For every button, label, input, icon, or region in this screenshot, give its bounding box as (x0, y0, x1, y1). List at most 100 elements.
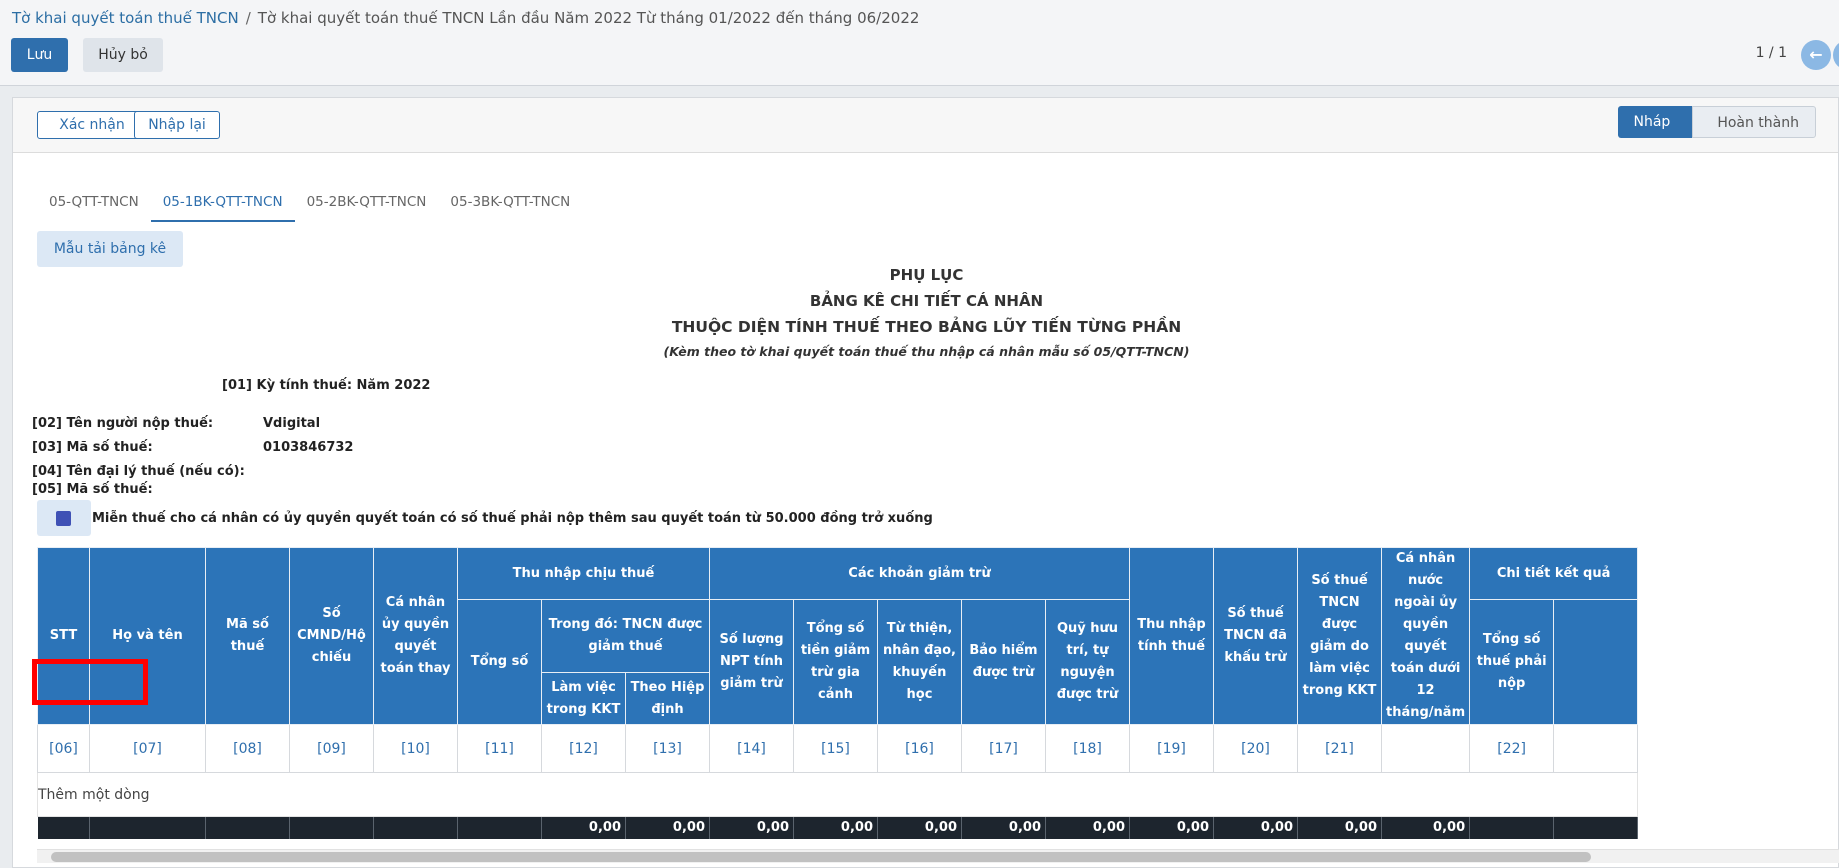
total-cell: 0,00 (625, 816, 710, 839)
total-cell: 0,00 (1045, 816, 1130, 839)
tax-id-value: 0103846732 (263, 440, 354, 455)
header-tax-id: Mã số thuế (205, 547, 290, 725)
tab-05-qtt-tncn[interactable]: 05-QTT-TNCN (37, 182, 151, 222)
total-cell: 0,00 (961, 816, 1046, 839)
document-title-detail: BẢNG KÊ CHI TIẾT CÁ NHÂN (809, 292, 1044, 310)
breadcrumb-separator: / (245, 9, 251, 27)
previous-record-button[interactable]: ← (1801, 40, 1831, 70)
header-foreign-individual: Cá nhân nước ngoài ủy quyền quyết toán d… (1380, 547, 1471, 725)
arrow-left-icon: ← (1809, 45, 1823, 64)
add-row: Thêm một dòng (37, 772, 1639, 817)
header-income-reduced: Trong đó: TNCN được giảm thuế (541, 599, 710, 673)
taxpayer-name-label: [02] Tên người nộp thuế: (32, 416, 214, 431)
tab-05-3bk-qtt-tncn[interactable]: 05-3BK-QTT-TNCN (438, 182, 582, 222)
column-code: [08] (205, 724, 290, 773)
total-cell (373, 816, 458, 839)
column-code: [09] (289, 724, 374, 773)
column-code: [12] (541, 724, 626, 773)
total-cell: 0,00 (793, 816, 878, 839)
taxpayer-name-value: Vdigital (263, 416, 321, 431)
document-subtitle: (Kèm theo tờ khai quyết toán thuế thu nh… (663, 344, 1190, 359)
column-code: [20] (1213, 724, 1298, 773)
column-code (1380, 724, 1471, 773)
tax-agent-id-label: [05] Mã số thuế: (32, 482, 153, 497)
header-reduced-kkt-tax: Số thuế TNCN được giảm do làm việc trong… (1297, 547, 1382, 725)
next-record-button[interactable]: → (1833, 40, 1839, 70)
column-code: [14] (709, 724, 794, 773)
breadcrumb-parent-link[interactable]: Tờ khai quyết toán thuế TNCN (12, 9, 239, 27)
header-kkt: Làm việc trong KKT (541, 672, 626, 725)
total-cell (1469, 816, 1555, 839)
column-code: [17] (961, 724, 1046, 773)
header-taxable-income: Thu nhập chịu thuế (457, 547, 710, 600)
scrollbar-thumb[interactable] (51, 852, 1591, 862)
column-code: [16] (877, 724, 962, 773)
breadcrumb-current: Tờ khai quyết toán thuế TNCN Lần đầu Năm… (257, 9, 920, 27)
header-insurance: Bảo hiểm được trừ (961, 599, 1046, 725)
header-payable-tax: Tổng số thuế phải nộp (1469, 599, 1555, 725)
cancel-button[interactable]: Hủy bỏ (83, 38, 163, 72)
tab-05-2bk-qtt-tncn[interactable]: 05-2BK-QTT-TNCN (295, 182, 439, 222)
exempt-checkbox[interactable] (56, 511, 71, 526)
total-cell (1553, 816, 1639, 839)
document-title: PHỤ LỤC (889, 266, 964, 284)
total-cell: 0,00 (709, 816, 794, 839)
total-cell: 0,00 (1381, 816, 1471, 839)
header-pension-fund: Quỹ hưu trí, tự nguyện được trừ (1045, 599, 1130, 725)
form-sheet: Xác nhận Nhập lại Nháp Hoàn thành 05-QTT… (12, 97, 1839, 868)
header-treaty: Theo Hiệp định (625, 672, 710, 725)
save-button[interactable]: Lưu (11, 38, 68, 72)
tab-05-1bk-qtt-tncn[interactable]: 05-1BK-QTT-TNCN (150, 182, 295, 222)
total-cell: 0,00 (877, 816, 962, 839)
column-code-row: [06] [07] [08] [09] [10] [11] [12] [13] … (37, 724, 1639, 773)
column-code: [15] (793, 724, 878, 773)
tax-agent-label: [04] Tên đại lý thuế (nếu có): (32, 464, 245, 479)
column-code: [19] (1129, 724, 1214, 773)
add-row-cell: Thêm một dòng (37, 772, 1639, 817)
document-title-scope: THUỘC DIỆN TÍNH THUẾ THEO BẢNG LŨY TIẾN … (671, 318, 1182, 336)
total-cell: 0,00 (541, 816, 626, 839)
total-cell (289, 816, 374, 839)
column-code: [06] (37, 724, 90, 773)
header-authorized: Cá nhân ủy quyền quyết toán thay (373, 547, 458, 725)
column-code: [13] (625, 724, 710, 773)
download-template-button[interactable]: Mẫu tải bảng kê (37, 231, 183, 267)
form-statusbar: Xác nhận Nhập lại Nháp Hoàn thành (13, 98, 1838, 153)
exempt-label: Miễn thuế cho cá nhân có ủy quyền quyết … (92, 511, 933, 526)
column-code: [22] (1469, 724, 1555, 773)
header-charity: Từ thiện, nhân đạo, khuyến học (877, 599, 962, 725)
total-cell: 0,00 (1213, 816, 1298, 839)
control-panel: Tờ khai quyết toán thuế TNCN / Tờ khai quy… (0, 0, 1839, 86)
total-cell (89, 816, 206, 839)
column-code: [10] (373, 724, 458, 773)
header-dependents: Số lượng NPT tính giảm trừ (709, 599, 794, 725)
exempt-checkbox-wrapper[interactable] (37, 500, 91, 536)
header-result-extra (1553, 599, 1639, 725)
status-step-done[interactable]: Hoàn thành (1692, 106, 1816, 138)
total-cell (205, 816, 290, 839)
tax-id-label: [03] Mã số thuế: (32, 440, 153, 455)
breadcrumb: Tờ khai quyết toán thuế TNCN / Tờ khai quy… (12, 9, 919, 27)
confirm-button[interactable]: Xác nhận (37, 111, 147, 139)
horizontal-scrollbar[interactable] (37, 849, 1839, 863)
total-cell (37, 816, 90, 839)
column-code (1553, 724, 1639, 773)
column-code: [21] (1297, 724, 1382, 773)
details-table: STT Họ và tên Mã số thuế Số CMND/Hộ chiế… (37, 547, 1639, 839)
header-deductions: Các khoản giảm trừ (709, 547, 1130, 600)
status-step-draft[interactable]: Nháp (1617, 106, 1707, 138)
header-result-detail: Chi tiết kết quả (1469, 547, 1639, 600)
add-row-link[interactable]: Thêm một dòng (38, 787, 149, 803)
column-code: [11] (457, 724, 542, 773)
reset-button[interactable]: Nhập lại (134, 111, 220, 139)
total-cell (457, 816, 542, 839)
column-code: [18] (1045, 724, 1130, 773)
status-steps: Nháp Hoàn thành (1617, 106, 1816, 138)
header-assessable-income: Thu nhập tính thuế (1129, 547, 1214, 725)
total-row: 0,00 0,00 0,00 0,00 0,00 0,00 0,00 0,00 … (37, 816, 1639, 839)
total-cell: 0,00 (1297, 816, 1382, 839)
highlight-box (32, 659, 148, 705)
form-tabs: 05-QTT-TNCN 05-1BK-QTT-TNCN 05-2BK-QTT-T… (37, 182, 582, 222)
header-withheld-tax: Số thuế TNCN đã khấu trừ (1213, 547, 1298, 725)
header-income-total: Tổng số (457, 599, 542, 725)
